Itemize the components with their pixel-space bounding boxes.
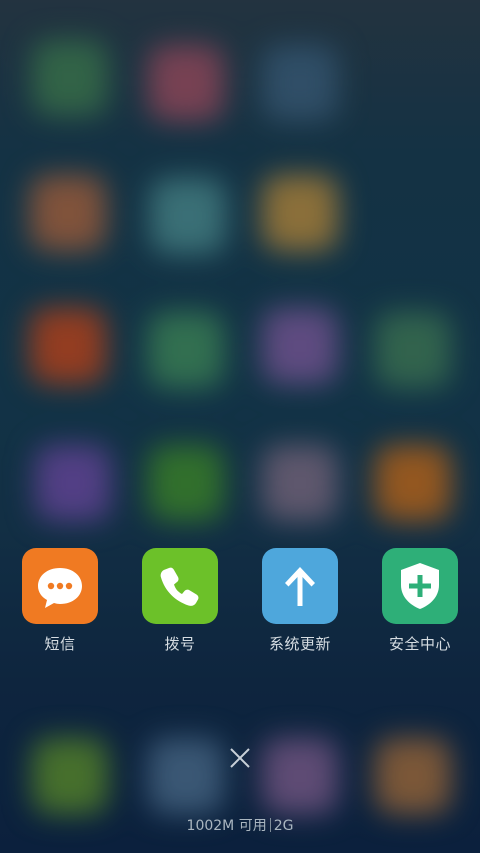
up-arrow-icon [285, 567, 315, 606]
clear-all-button[interactable] [226, 744, 254, 772]
recent-app-security-center[interactable]: 安全中心 [360, 548, 480, 654]
app-icon [262, 548, 338, 624]
memory-status: 1002M 可用 2G [0, 815, 480, 835]
recent-apps-screen: 短信 拨号 系统更新 安全中心 1002M 可用 2G [0, 0, 480, 853]
memory-total: 2G [273, 818, 294, 834]
recent-app-system-update[interactable]: 系统更新 [240, 548, 360, 654]
message-bubble-icon [38, 568, 82, 608]
recent-app-label: 拨号 [164, 635, 196, 653]
recent-app-dialer[interactable]: 拨号 [120, 548, 240, 654]
shield-plus-icon [401, 563, 439, 609]
recent-app-label: 系统更新 [268, 635, 331, 653]
phone-icon [160, 567, 199, 606]
memory-available: 1002M 可用 [186, 818, 267, 834]
memory-divider [269, 818, 271, 832]
app-icon [382, 548, 458, 624]
app-icon [142, 548, 218, 624]
recent-app-label: 安全中心 [388, 635, 451, 653]
recent-app-messages[interactable]: 短信 [0, 548, 120, 654]
close-icon [230, 748, 250, 768]
recent-app-label: 短信 [44, 635, 76, 653]
dim-overlay [0, 0, 480, 853]
app-icon [22, 548, 98, 624]
recent-apps-row: 短信 拨号 系统更新 安全中心 [0, 548, 480, 658]
